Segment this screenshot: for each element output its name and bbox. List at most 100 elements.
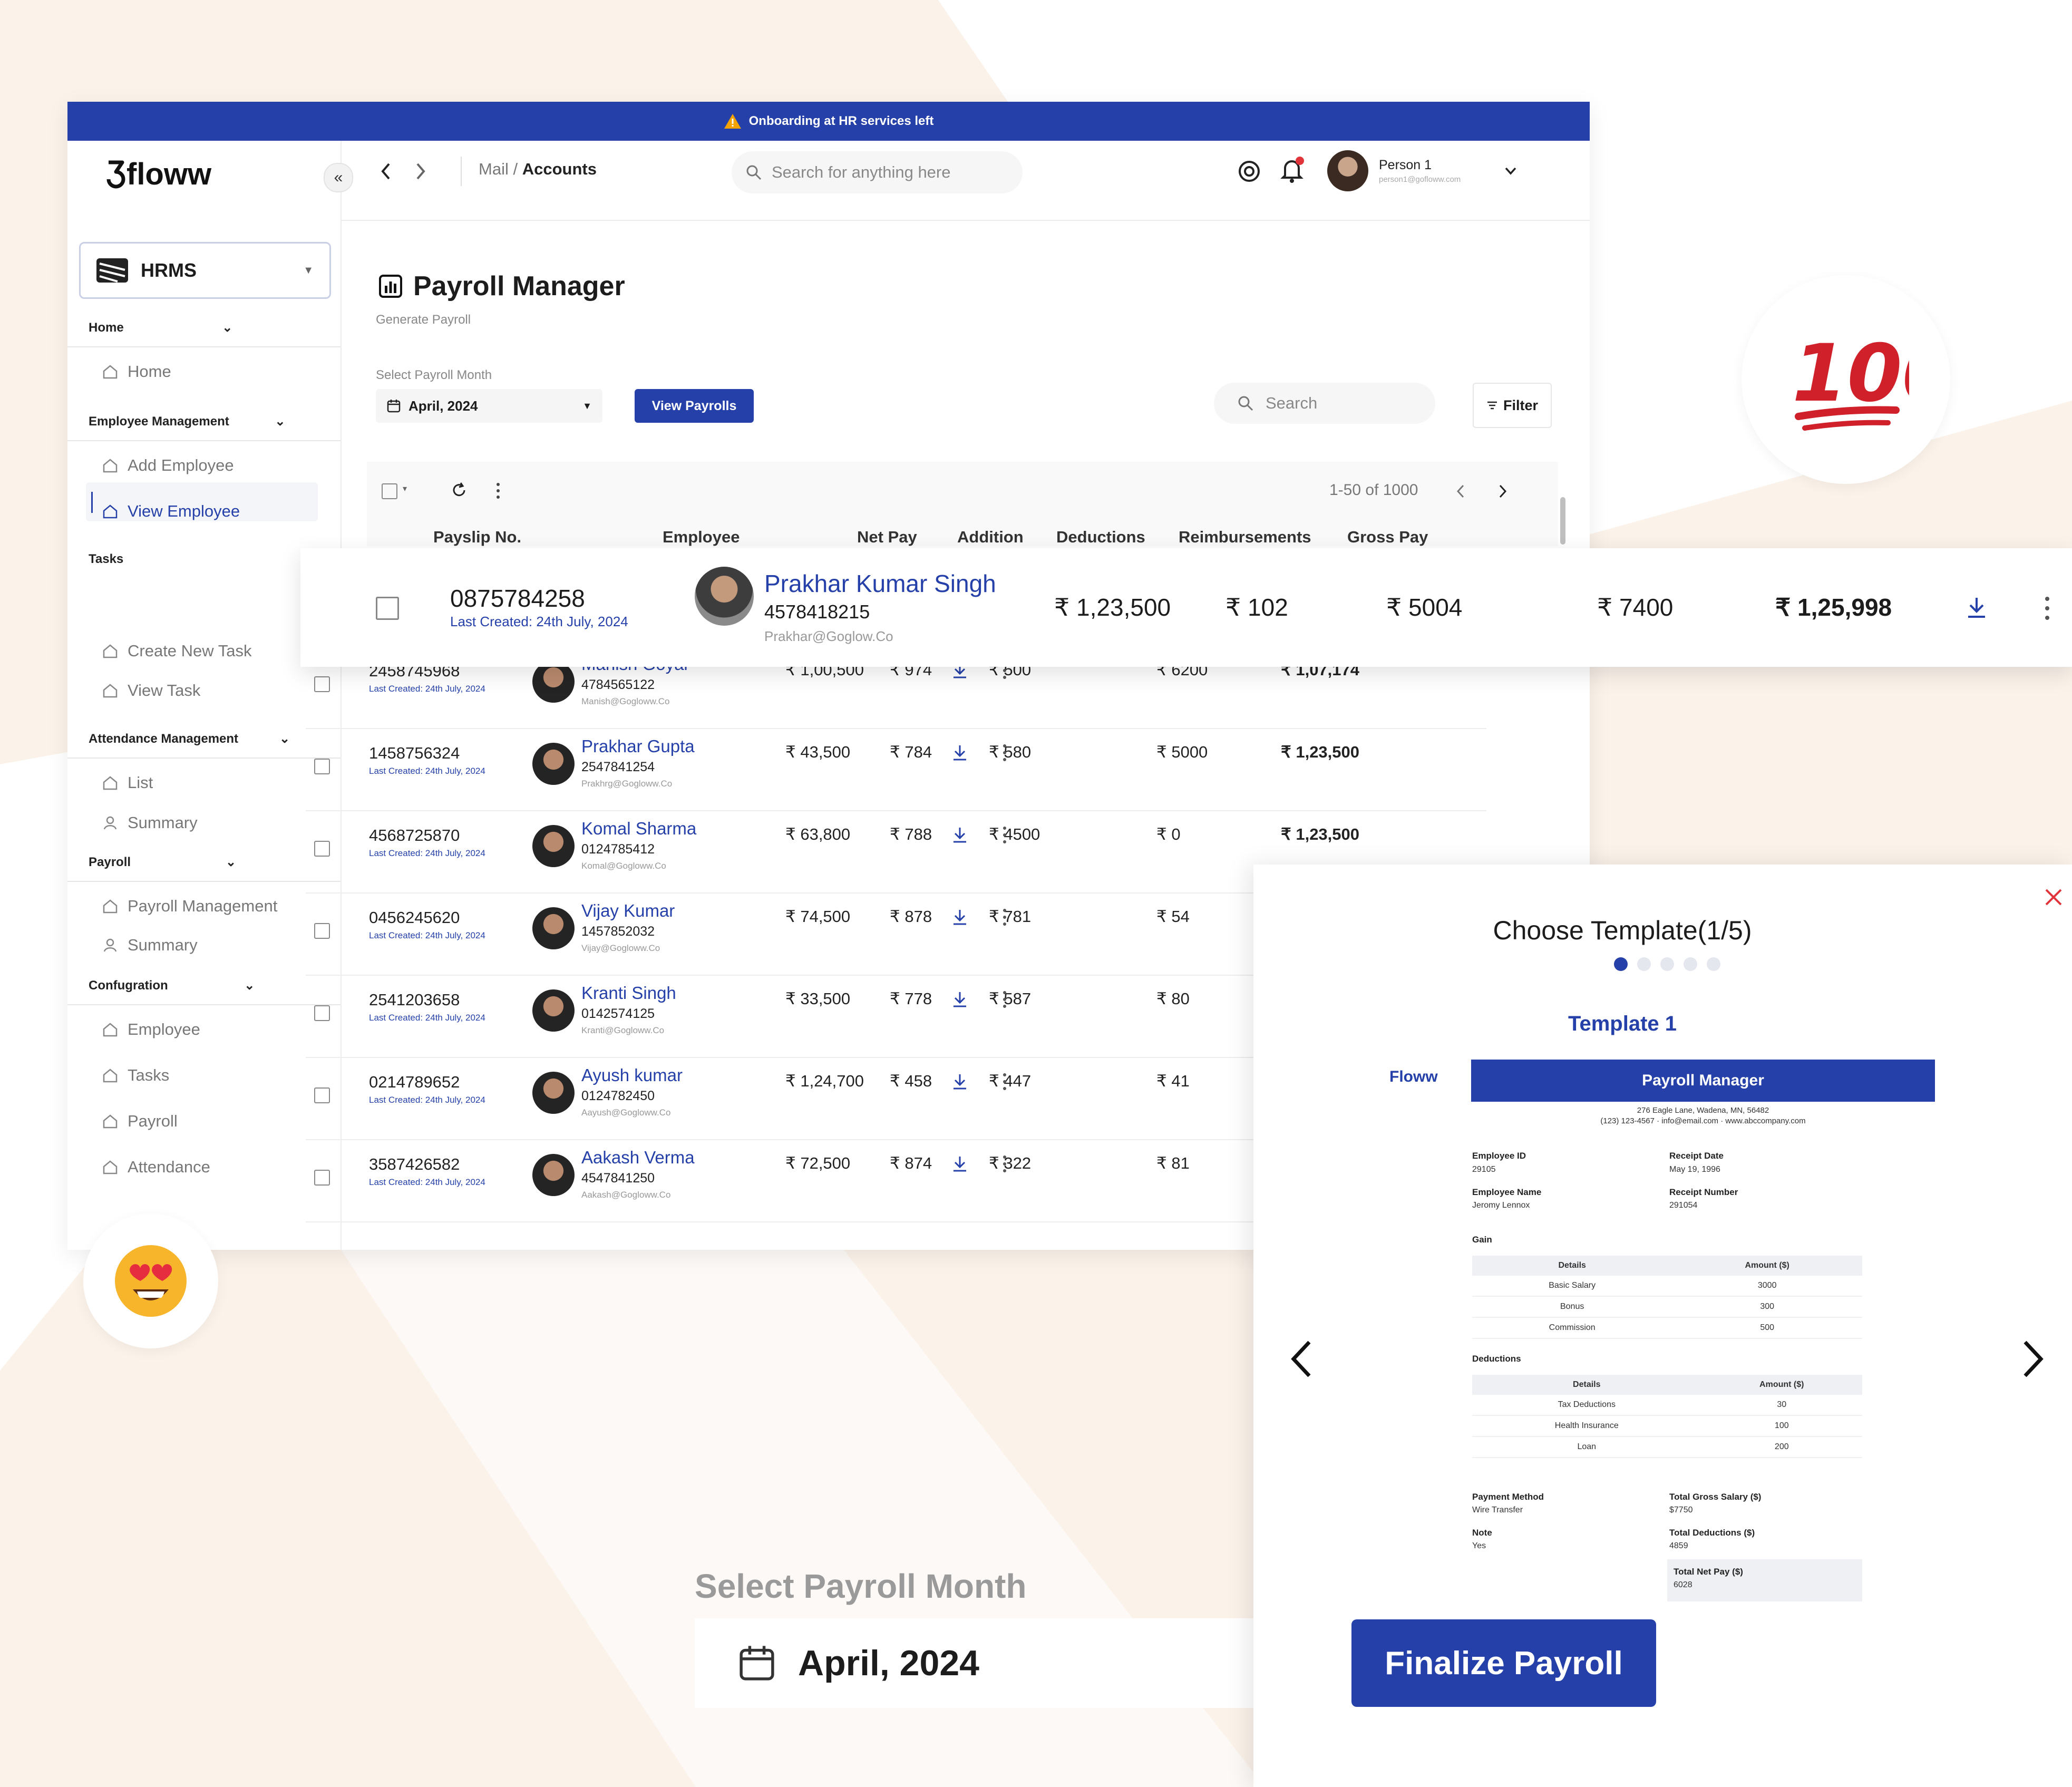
avatar [532, 1072, 575, 1114]
sidebar-item-view-task[interactable]: View Task [102, 681, 200, 700]
download-icon[interactable] [952, 908, 968, 926]
download-icon[interactable] [952, 1155, 968, 1173]
more-vertical-icon[interactable] [1001, 825, 1008, 845]
more-vertical-icon[interactable] [1001, 743, 1008, 763]
row-checkbox[interactable] [376, 597, 399, 620]
section-payroll[interactable]: Payroll ⌄ [89, 854, 331, 870]
carousel-dot[interactable] [1684, 957, 1697, 971]
global-search[interactable]: Search for anything here [732, 151, 1023, 193]
col-reimbursements[interactable]: Reimbursements [1179, 528, 1311, 547]
table-row[interactable]: 1458756324 Last Created: 24th July, 2024 P… [306, 728, 1486, 811]
download-icon[interactable] [952, 826, 968, 844]
more-vertical-icon[interactable] [1001, 907, 1008, 927]
global-search-input[interactable]: Search for anything here [772, 163, 951, 182]
sidebar-item-add-employee[interactable]: Add Employee [102, 456, 234, 475]
employee-name[interactable]: Komal Sharma [581, 819, 696, 839]
sidebar-item-view-employee[interactable]: View Employee [102, 502, 240, 521]
prev-page-icon[interactable] [1455, 483, 1467, 499]
chevron-down-icon[interactable]: ▾ [403, 483, 407, 494]
app-logo[interactable]: floww [105, 157, 211, 192]
employee-name[interactable]: Ayush kumar [581, 1065, 683, 1085]
sidebar-item-payroll-summary[interactable]: Summary [102, 936, 198, 955]
employee-name[interactable]: Prakhar Gupta [581, 736, 695, 756]
highlighted-table-row[interactable]: 0875784258 Last Created: 24th July, 2024… [300, 548, 2072, 667]
col-net-pay[interactable]: Net Pay [857, 528, 917, 547]
download-icon[interactable] [1966, 596, 1987, 620]
big-month-value: April, 2024 [798, 1643, 979, 1683]
more-vertical-icon[interactable] [1001, 989, 1008, 1009]
section-home[interactable]: Home ⌄ [89, 320, 331, 335]
section-configuration[interactable]: Confugration ⌄ [89, 978, 331, 993]
employee-id: 0124785412 [581, 842, 655, 857]
sidebar-item-cfg-attendance[interactable]: Attendance [102, 1158, 210, 1177]
employee-name[interactable]: Prakhar Kumar Singh [764, 569, 996, 598]
select-all-checkbox[interactable] [382, 483, 397, 499]
more-vertical-icon[interactable] [1001, 1072, 1008, 1092]
carousel-dot[interactable] [1707, 957, 1720, 971]
row-checkbox[interactable] [314, 1005, 330, 1021]
table-search-input[interactable]: Search [1266, 394, 1317, 413]
back-arrow-icon[interactable] [378, 161, 394, 182]
employee-name[interactable]: Kranti Singh [581, 983, 676, 1003]
employee-id: 4784565122 [581, 677, 655, 692]
row-checkbox[interactable] [314, 1170, 330, 1186]
col-deductions[interactable]: Deductions [1056, 528, 1145, 547]
section-attendance[interactable]: Attendance Management ⌄ [89, 731, 331, 746]
home-icon [103, 1069, 118, 1083]
carousel-dot[interactable] [1660, 957, 1674, 971]
big-month-select[interactable]: April, 2024 [695, 1618, 1320, 1708]
more-vertical-icon[interactable] [494, 481, 502, 500]
support-icon[interactable] [1237, 159, 1262, 184]
carousel-dot[interactable] [1637, 957, 1651, 971]
row-checkbox[interactable] [314, 841, 330, 857]
scrollbar[interactable] [1560, 497, 1565, 545]
download-icon[interactable] [952, 1073, 968, 1091]
sidebar-item-home[interactable]: Home [102, 362, 171, 381]
prev-template-icon[interactable] [1288, 1339, 1315, 1379]
table-search[interactable]: Search [1214, 383, 1435, 424]
row-checkbox[interactable] [314, 923, 330, 939]
view-payrolls-button[interactable]: View Payrolls [635, 389, 754, 423]
heart-eyes-emoji-icon [83, 1213, 218, 1348]
sidebar-item-list[interactable]: List [102, 773, 153, 792]
avatar [532, 989, 575, 1032]
refresh-icon[interactable] [450, 481, 468, 499]
forward-arrow-icon[interactable] [412, 161, 428, 182]
next-template-icon[interactable] [2020, 1339, 2046, 1379]
finalize-payroll-button[interactable]: Finalize Payroll [1351, 1619, 1656, 1707]
download-icon[interactable] [952, 744, 968, 762]
user-icon [103, 938, 117, 952]
user-menu[interactable]: Person 1 person1@gofloww.com [1327, 150, 1519, 191]
section-employee-management[interactable]: Employee Management ⌄ [89, 414, 331, 429]
col-addition[interactable]: Addition [957, 528, 1024, 547]
bell-icon[interactable] [1279, 156, 1305, 184]
row-checkbox[interactable] [314, 1087, 330, 1103]
filter-button[interactable]: Filter [1473, 383, 1552, 428]
onboarding-banner[interactable]: Onboarding at HR services left [67, 102, 1590, 141]
more-vertical-icon[interactable] [2043, 595, 2051, 622]
sidebar-item-summary[interactable]: Summary [102, 813, 198, 832]
more-vertical-icon[interactable] [1001, 1154, 1008, 1174]
employee-name[interactable]: Vijay Kumar [581, 901, 675, 921]
workspace-select[interactable]: HRMS ▼ [79, 242, 331, 299]
carousel-dot-active[interactable] [1614, 957, 1628, 971]
col-payslip[interactable]: Payslip No. [433, 528, 521, 547]
section-tasks[interactable]: Tasks [89, 552, 331, 567]
row-checkbox[interactable] [314, 759, 330, 774]
sidebar-item-cfg-employee[interactable]: Employee [102, 1020, 200, 1039]
download-icon[interactable] [952, 990, 968, 1008]
sidebar-item-cfg-tasks[interactable]: Tasks [102, 1066, 169, 1085]
employee-name[interactable]: Aakash Verma [581, 1148, 695, 1168]
row-checkbox[interactable] [314, 676, 330, 692]
sidebar-item-payroll-management[interactable]: Payroll Management [102, 897, 277, 916]
addition: ₹ 874 [890, 1154, 932, 1172]
next-page-icon[interactable] [1496, 483, 1509, 499]
col-gross-pay[interactable]: Gross Pay [1347, 528, 1428, 547]
big-month-label: Select Payroll Month [695, 1567, 1027, 1605]
close-icon[interactable] [2044, 888, 2063, 907]
sidebar-item-cfg-payroll[interactable]: Payroll [102, 1112, 178, 1131]
col-employee[interactable]: Employee [663, 528, 740, 547]
breadcrumb-parent[interactable]: Mail [479, 160, 509, 178]
month-select[interactable]: April, 2024 ▼ [376, 389, 602, 423]
sidebar-item-create-task[interactable]: Create New Task [102, 642, 251, 661]
